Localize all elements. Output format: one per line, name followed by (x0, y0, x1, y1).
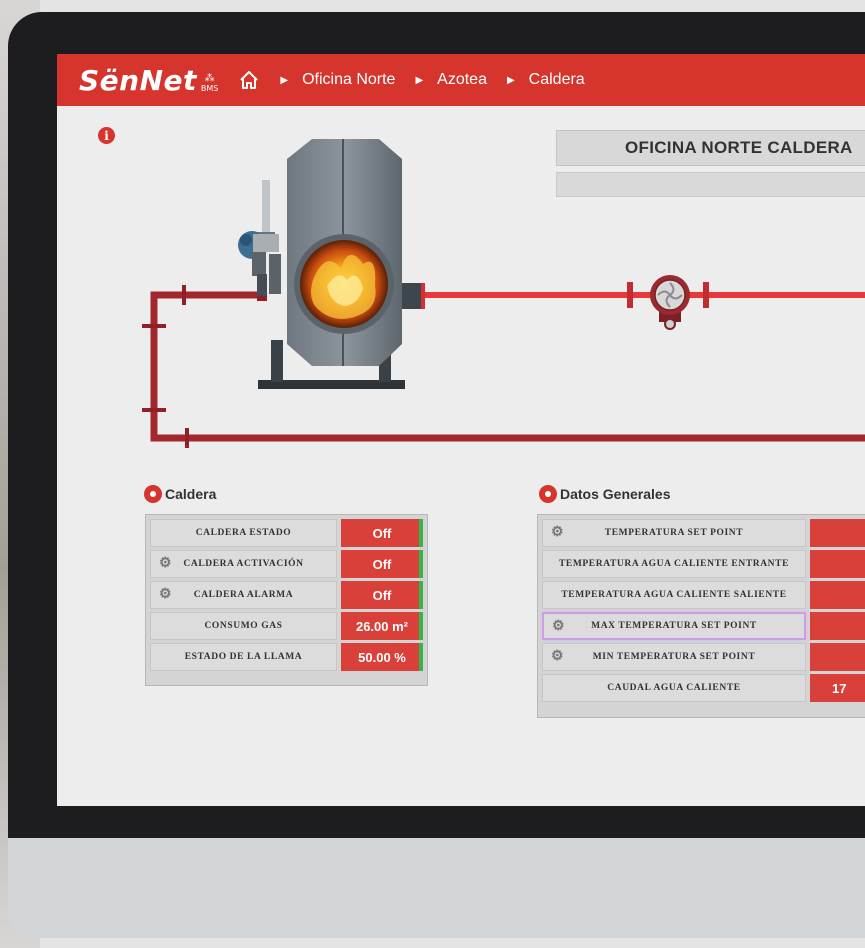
table-row: ESTADO DE LA LLAMA 50.00 % (150, 643, 423, 671)
gear-icon[interactable]: ⚙ (159, 588, 173, 602)
burner-icon (238, 180, 281, 296)
status-indicator (419, 643, 423, 671)
gear-icon[interactable]: ⚙ (551, 526, 565, 540)
row-label: TEMPERATURA AGUA CALIENTE SALIENTE (542, 581, 806, 609)
row-label: ⚙ MIN TEMPERATURA SET POINT (542, 643, 806, 671)
table-row: ⚙ CALDERA ALARMA Off (150, 581, 423, 609)
row-label: CALDERA ESTADO (150, 519, 337, 547)
row-value: 26.00 m² (341, 612, 423, 640)
table-row: ⚙ MIN TEMPERATURA SET POINT (542, 643, 865, 671)
status-indicator (419, 612, 423, 640)
gear-icon[interactable]: ⚙ (551, 650, 565, 664)
row-value: Off (341, 519, 423, 547)
gear-icon[interactable]: ⚙ (552, 620, 566, 634)
row-value: 50.00 % (341, 643, 423, 671)
datos-panel: ⚙ TEMPERATURA SET POINT TEMPERATURA AGUA … (537, 514, 865, 718)
row-label-highlighted: ⚙ MAX TEMPERATURA SET POINT (542, 612, 806, 640)
caldera-section-label: Caldera (165, 486, 217, 502)
row-label: ⚙ TEMPERATURA SET POINT (542, 519, 806, 547)
table-row: CONSUMO GAS 26.00 m² (150, 612, 423, 640)
status-indicator (419, 519, 423, 547)
row-label: CAUDAL AGUA CALIENTE (542, 674, 806, 702)
table-row: ⚙ TEMPERATURA SET POINT (542, 519, 865, 547)
monitor-chin (8, 838, 865, 938)
row-value[interactable] (810, 519, 865, 547)
row-label: ⚙ CALDERA ACTIVACIÓN (150, 550, 337, 578)
row-label: CONSUMO GAS (150, 612, 337, 640)
row-value[interactable] (810, 643, 865, 671)
pump-icon[interactable] (650, 275, 690, 330)
supply-pipe (402, 282, 865, 309)
table-row: ⚙ CALDERA ACTIVACIÓN Off (150, 550, 423, 578)
status-indicator (419, 550, 423, 578)
table-row: CAUDAL AGUA CALIENTE 17 (542, 674, 865, 702)
screen: SënNet ⁂ BMS ▶ Oficina Norte ▶ Azotea ▶ … (57, 54, 865, 806)
row-value: 17 (810, 674, 865, 702)
row-label: ⚙ CALDERA ALARMA (150, 581, 337, 609)
return-pipe (142, 285, 865, 448)
caldera-panel: CALDERA ESTADO Off ⚙ CALDERA ACTIVACIÓN O… (145, 514, 428, 686)
table-row: TEMPERATURA AGUA CALIENTE SALIENTE (542, 581, 865, 609)
table-row: CALDERA ESTADO Off (150, 519, 423, 547)
location-pin-icon (539, 485, 557, 503)
table-row: TEMPERATURA AGUA CALIENTE ENTRANTE (542, 550, 865, 578)
caldera-section-title: Caldera (144, 485, 216, 503)
row-label: TEMPERATURA AGUA CALIENTE ENTRANTE (542, 550, 806, 578)
datos-section-label: Datos Generales (560, 486, 671, 502)
gear-icon[interactable]: ⚙ (159, 557, 173, 571)
table-row: ⚙ MAX TEMPERATURA SET POINT (542, 612, 865, 640)
row-value[interactable] (810, 612, 865, 640)
datos-section-title: Datos Generales (539, 485, 671, 503)
row-value[interactable]: Off (341, 550, 423, 578)
row-value (810, 581, 865, 609)
boiler-diagram (142, 139, 865, 448)
row-label: ESTADO DE LA LLAMA (150, 643, 337, 671)
row-value[interactable]: Off (341, 581, 423, 609)
status-indicator (419, 581, 423, 609)
row-value (810, 550, 865, 578)
location-pin-icon (144, 485, 162, 503)
